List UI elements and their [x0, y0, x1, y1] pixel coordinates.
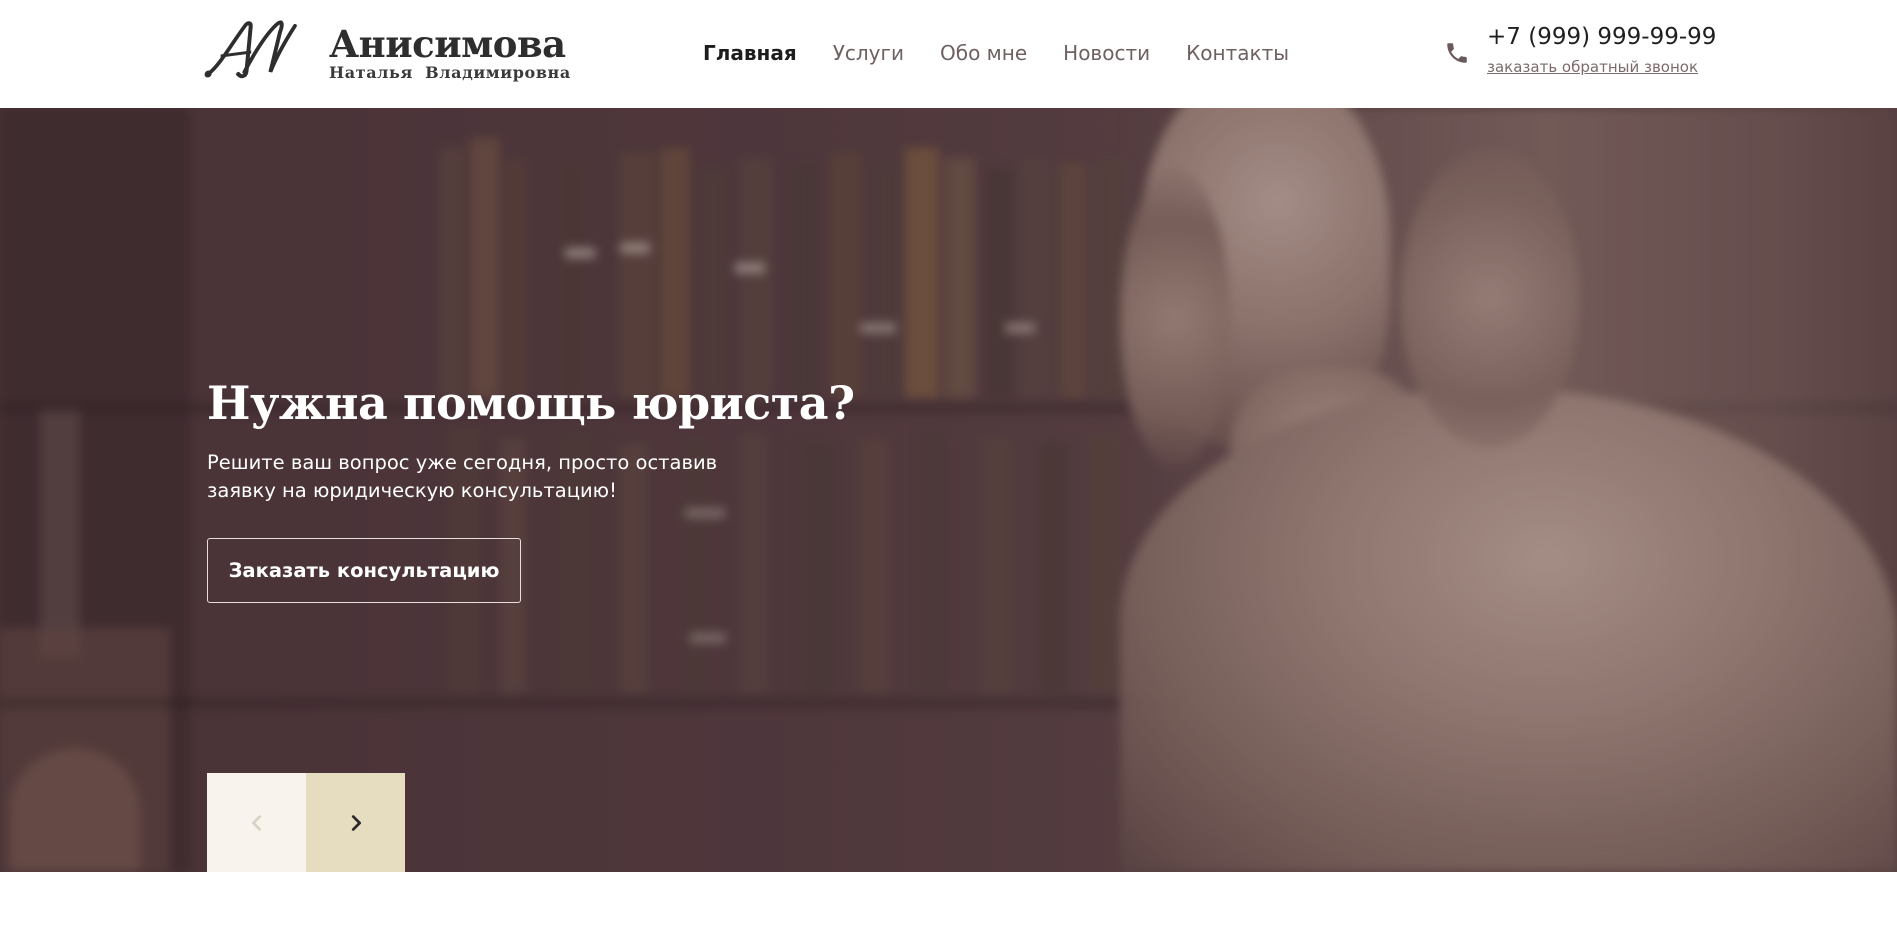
logo-full-name: Наталья Владимировна [329, 63, 571, 82]
order-consultation-button[interactable]: Заказать консультацию [207, 538, 521, 603]
phone-number[interactable]: +7 (999) 999-99-99 [1487, 24, 1716, 50]
nav-item-contacts[interactable]: Контакты [1186, 41, 1289, 65]
hero-banner: Нужна помощь юриста? Решите ваш вопрос у… [0, 108, 1897, 872]
logo-surname: Анисимова [329, 22, 566, 66]
nav-item-news[interactable]: Новости [1063, 41, 1150, 65]
logo-monogram [202, 16, 301, 91]
nav-item-home[interactable]: Главная [703, 41, 797, 65]
hero-subtitle: Решите ваш вопрос уже сегодня, просто ос… [207, 451, 718, 502]
contact-block: +7 (999) 999-99-99 заказать обратный зво… [1440, 22, 1716, 82]
nav-item-services[interactable]: Услуги [833, 41, 904, 65]
chevron-left-icon [251, 814, 261, 831]
phone-icon [1447, 43, 1467, 63]
callback-link[interactable]: заказать обратный звонок [1487, 58, 1698, 76]
slider-prev-button[interactable] [207, 773, 306, 872]
site-header: Анисимова Наталья Владимировна Главная У… [0, 0, 1897, 108]
logo[interactable]: Анисимова Наталья Владимировна [204, 18, 571, 88]
logo-text: Анисимова Наталья Владимировна [329, 24, 571, 82]
slider-next-button[interactable] [306, 773, 405, 872]
hero-title: Нужна помощь юриста? [207, 376, 855, 430]
nav-item-about[interactable]: Обо мне [940, 41, 1027, 65]
monogram-icon [204, 19, 297, 78]
main-nav: Главная Услуги Обо мне Новости Контакты [703, 39, 1325, 67]
chevron-right-icon [351, 814, 361, 831]
